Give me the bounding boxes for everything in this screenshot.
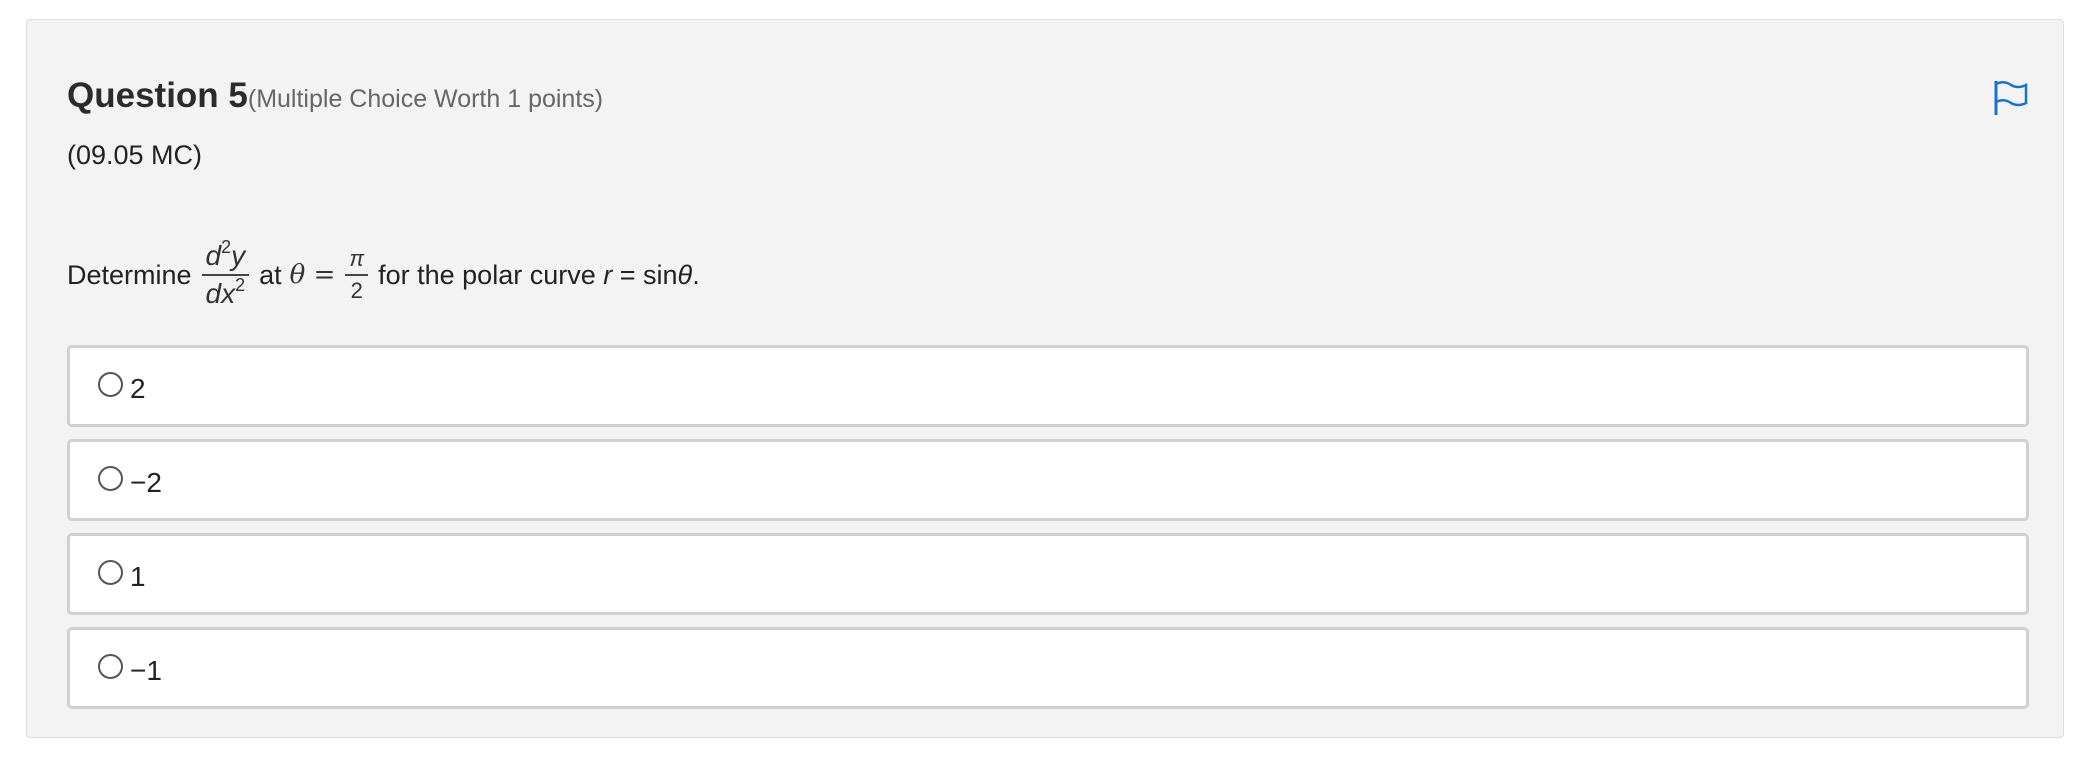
stem-at: at — [259, 259, 282, 290]
answer-option[interactable]: −2 — [67, 439, 2029, 521]
radio-button[interactable] — [98, 653, 123, 679]
option-label: 2 — [130, 373, 146, 404]
second-derivative-fraction: d2y dx2 — [201, 238, 250, 309]
answer-option[interactable]: 1 — [67, 533, 2029, 615]
radio-button[interactable] — [98, 465, 123, 491]
question-code: (09.05 MC) — [67, 140, 203, 170]
question-stem: Determine d2y dx2 at θ = π 2 for the pol… — [67, 220, 700, 330]
option-label: 1 — [130, 561, 146, 592]
pi-over-two-fraction: π 2 — [345, 248, 369, 303]
answer-option[interactable]: 2 — [67, 345, 2029, 427]
radio-button[interactable] — [98, 559, 123, 585]
question-header: Question 5 (Multiple Choice Worth 1 poin… — [67, 76, 603, 116]
option-label: −2 — [130, 467, 162, 498]
question-title: Question 5 — [67, 76, 248, 115]
flag-icon[interactable] — [1991, 78, 2031, 118]
polar-equation: r = sinθ. — [603, 259, 700, 290]
derivative-numerator: d2y — [201, 238, 250, 276]
theta-equals: θ = — [289, 260, 336, 290]
answer-options: 2 −2 1 −1 — [67, 345, 2029, 721]
stem-prefix: Determine — [67, 259, 192, 290]
radio-button[interactable] — [98, 371, 123, 397]
pi-numerator: π — [345, 248, 369, 276]
question-card: Question 5 (Multiple Choice Worth 1 poin… — [26, 19, 2064, 738]
derivative-denominator: dx2 — [205, 275, 246, 309]
answer-option[interactable]: −1 — [67, 627, 2029, 709]
question-meta: (Multiple Choice Worth 1 points) — [247, 85, 604, 113]
pi-denominator: 2 — [350, 278, 363, 303]
option-label: −1 — [130, 655, 162, 686]
stem-middle: for the polar curve — [378, 259, 596, 290]
